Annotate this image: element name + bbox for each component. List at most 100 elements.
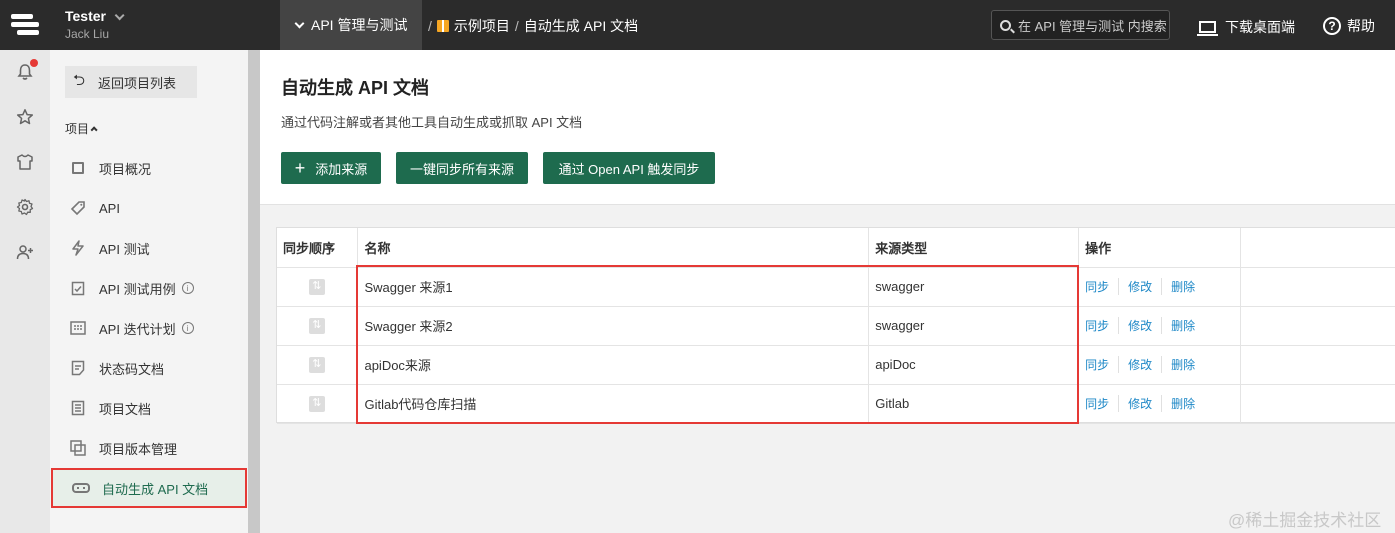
sidebar-item-auto-api-docs[interactable]: 自动生成 API 文档 xyxy=(51,468,247,508)
project-sidebar: ⮌ 返回项目列表 项目 项目概况 API API 测试 API 测试用例 i A… xyxy=(50,50,248,533)
sidebar-item-label: 自动生成 API 文档 xyxy=(102,481,209,497)
add-user-icon[interactable] xyxy=(15,242,35,262)
chevron-down-icon xyxy=(114,10,125,21)
sort-cell xyxy=(277,384,359,424)
page-title: 自动生成 API 文档 xyxy=(281,78,430,98)
drag-sort-icon[interactable] xyxy=(309,395,326,412)
source-name: Gitlab代码仓库扫描 xyxy=(357,384,870,424)
drag-sort-icon[interactable] xyxy=(309,278,326,295)
robot-icon xyxy=(72,479,90,497)
watermark: @稀土掘金技术社区 xyxy=(1228,511,1382,530)
edit-link[interactable]: 修改 xyxy=(1128,395,1163,412)
list-doc-icon xyxy=(69,399,87,417)
lightning-icon xyxy=(69,239,87,257)
versions-icon xyxy=(69,439,87,457)
sidebar-item-status-codes[interactable]: 状态码文档 xyxy=(50,348,248,388)
sidebar-scrollbar[interactable] xyxy=(248,50,260,533)
breadcrumb-project[interactable]: 示例项目 xyxy=(454,16,510,36)
delete-link[interactable]: 删除 xyxy=(1171,317,1204,334)
app-logo[interactable] xyxy=(0,0,50,50)
sync-all-button[interactable]: 一键同步所有来源 xyxy=(396,152,528,184)
sync-link[interactable]: 同步 xyxy=(1085,395,1120,412)
plus-icon: + xyxy=(294,158,306,178)
sidebar-item-label: 项目版本管理 xyxy=(99,441,178,457)
bell-icon[interactable] xyxy=(15,59,38,82)
settings-icon[interactable] xyxy=(15,197,35,217)
add-source-button[interactable]: + 添加来源 xyxy=(281,152,381,184)
sidebar-item-label: API 测试 xyxy=(99,241,150,257)
source-name: Swagger 来源2 xyxy=(357,306,870,346)
breadcrumb-current: 自动生成 API 文档 xyxy=(523,18,639,34)
help-label: 帮助 xyxy=(1347,18,1375,34)
delete-link[interactable]: 删除 xyxy=(1171,278,1204,295)
source-type: Gitlab xyxy=(868,384,1080,424)
sidebar-item-api-test-cases[interactable]: API 测试用例 i xyxy=(50,268,248,308)
table-row: Swagger 来源2 swagger 同步修改删除 xyxy=(277,306,1395,346)
document-icon xyxy=(69,359,87,377)
info-icon[interactable]: i xyxy=(181,322,194,334)
search-placeholder: 在 API 管理与测试 内搜索 xyxy=(1018,18,1167,34)
sidebar-item-api-iteration[interactable]: API 迭代计划 i xyxy=(50,308,248,348)
sidebar-item-label: API xyxy=(99,200,120,216)
actions-cell: 同步 修改 删除 xyxy=(1078,306,1242,346)
edit-link[interactable]: 修改 xyxy=(1128,278,1163,295)
section-toggle-project[interactable]: 项目 xyxy=(65,120,98,137)
top-bar: Tester Jack Liu API 管理与测试 / 示例项目 / 自动生成 … xyxy=(0,0,1395,50)
drag-sort-icon[interactable] xyxy=(309,317,326,334)
tag-icon xyxy=(69,199,87,217)
sort-cell xyxy=(277,306,359,346)
drag-sort-icon[interactable] xyxy=(309,356,326,373)
table-row: apiDoc来源 apiDoc 同步修改删除 xyxy=(277,345,1395,385)
sync-link[interactable]: 同步 xyxy=(1085,278,1120,295)
source-type: swagger xyxy=(868,306,1080,346)
return-arrow-icon: ⮌ xyxy=(73,71,86,89)
actions-cell: 同步 修改 删除 xyxy=(1078,384,1242,424)
project-switcher[interactable]: API 管理与测试 xyxy=(280,0,422,50)
sort-cell xyxy=(277,345,359,385)
download-desktop-button[interactable]: 下载桌面端 xyxy=(1197,17,1295,37)
section-label: 项目 xyxy=(65,122,90,136)
chevron-down-icon xyxy=(294,18,305,28)
back-to-projects-button[interactable]: ⮌ 返回项目列表 xyxy=(65,66,197,98)
sync-link[interactable]: 同步 xyxy=(1085,356,1120,373)
table-row: Swagger 来源1 swagger 同步修改删除 xyxy=(277,267,1395,307)
gift-icon xyxy=(436,20,449,32)
openapi-sync-label: 通过 Open API 触发同步 xyxy=(558,161,700,177)
sidebar-item-versions[interactable]: 项目版本管理 xyxy=(50,428,248,468)
column-header-empty xyxy=(1240,228,1395,268)
sidebar-item-project-docs[interactable]: 项目文档 xyxy=(50,388,248,428)
sort-cell xyxy=(277,267,359,307)
user-menu[interactable]: Tester Jack Liu xyxy=(65,8,125,41)
search-icon xyxy=(1000,19,1011,31)
delete-link[interactable]: 删除 xyxy=(1171,395,1204,412)
sidebar-item-api-test[interactable]: API 测试 xyxy=(50,228,248,268)
openapi-sync-button[interactable]: 通过 Open API 触发同步 xyxy=(543,152,715,184)
column-header-actions: 操作 xyxy=(1078,228,1242,268)
sidebar-item-label: API 测试用例 xyxy=(99,281,176,297)
clipboard-check-icon xyxy=(69,279,87,297)
actions-cell: 同步 修改 删除 xyxy=(1078,345,1242,385)
sync-link[interactable]: 同步 xyxy=(1085,317,1120,334)
source-name: apiDoc来源 xyxy=(357,345,870,385)
sidebar-item-api[interactable]: API xyxy=(50,188,248,228)
search-input[interactable]: 在 API 管理与测试 内搜索 xyxy=(991,10,1170,40)
icon-rail xyxy=(0,50,50,533)
overview-icon xyxy=(69,159,87,177)
sidebar-item-label: 项目概况 xyxy=(99,161,152,177)
sidebar-item-overview[interactable]: 项目概况 xyxy=(50,148,248,188)
star-icon[interactable] xyxy=(15,107,35,127)
help-button[interactable]: ? 帮助 xyxy=(1323,16,1375,36)
back-label: 返回项目列表 xyxy=(98,75,177,91)
shirt-icon[interactable] xyxy=(15,152,35,172)
sync-all-label: 一键同步所有来源 xyxy=(409,161,514,177)
info-icon[interactable]: i xyxy=(181,282,194,294)
page-header: 自动生成 API 文档 通过代码注解或者其他工具自动生成或抓取 API 文档 +… xyxy=(260,50,1395,205)
edit-link[interactable]: 修改 xyxy=(1128,356,1163,373)
page-description: 通过代码注解或者其他工具自动生成或抓取 API 文档 xyxy=(281,115,583,130)
notification-badge xyxy=(30,59,38,67)
actions-cell: 同步 修改 删除 xyxy=(1078,267,1242,307)
user-name: Tester xyxy=(65,8,106,24)
edit-link[interactable]: 修改 xyxy=(1128,317,1163,334)
table-row: Gitlab代码仓库扫描 Gitlab 同步修改删除 xyxy=(277,384,1395,424)
delete-link[interactable]: 删除 xyxy=(1171,356,1204,373)
